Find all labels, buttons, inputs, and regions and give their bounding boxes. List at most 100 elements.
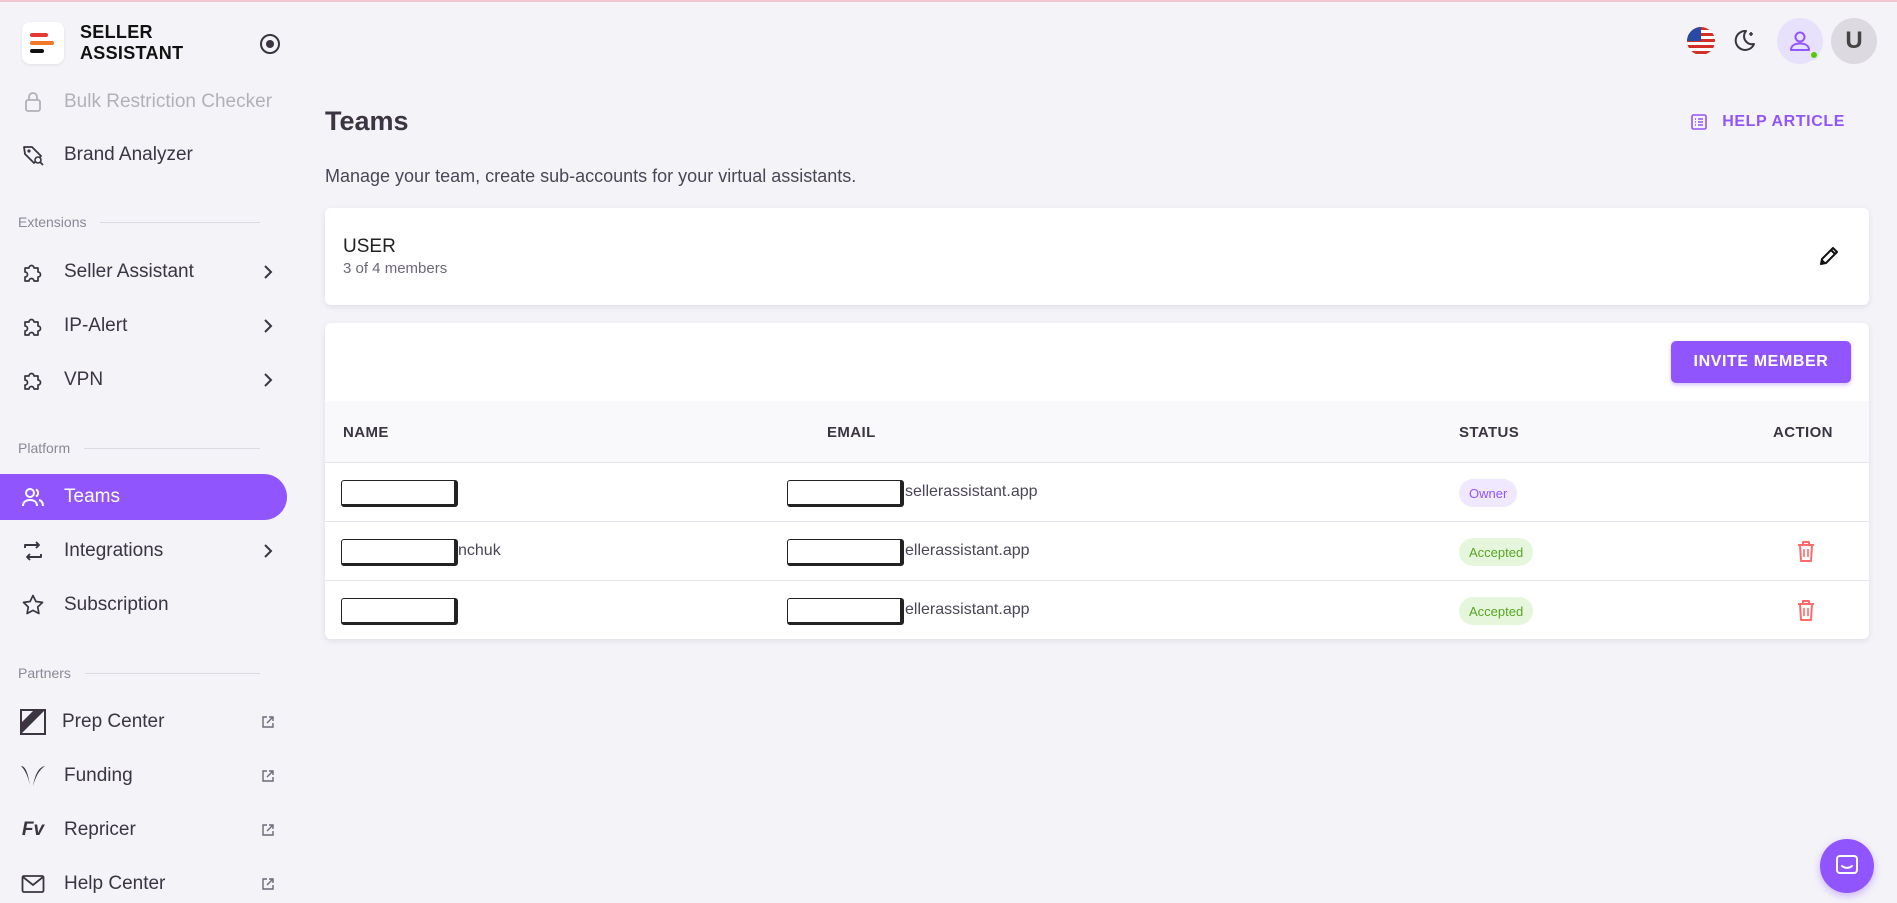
swap-icon [20, 538, 46, 564]
sidebar-item-vpn[interactable]: VPN [0, 357, 288, 403]
mail-icon [20, 871, 46, 897]
brand-name: SELLER ASSISTANT [80, 22, 183, 64]
sidebar-item-label: Seller Assistant [64, 261, 194, 282]
star-icon [20, 592, 46, 618]
invite-member-button[interactable]: INVITE MEMBER [1671, 341, 1851, 383]
table-header: NAME EMAIL STATUS ACTION [325, 401, 1869, 463]
table-row: nchuk ellerassistant.app Accepted [325, 522, 1869, 581]
column-header-action: ACTION [1773, 424, 1833, 441]
chat-icon [1836, 855, 1858, 874]
sidebar-item-integrations[interactable]: Integrations [0, 528, 288, 574]
status-badge: Owner [1459, 479, 1518, 507]
team-card: USER 3 of 4 members [325, 208, 1869, 305]
avatar[interactable]: U [1831, 18, 1877, 64]
help-article-label: HELP ARTICLE [1722, 113, 1845, 130]
puzzle-icon [20, 367, 46, 393]
redacted-email [787, 480, 904, 507]
status-badge: Accepted [1459, 597, 1534, 625]
sidebar-item-label: Prep Center [62, 711, 165, 732]
brand-line-1: SELLER [80, 22, 153, 42]
team-member-count: 3 of 4 members [343, 260, 448, 277]
sidebar-item-label: Integrations [64, 540, 164, 561]
sidebar-item-label: VPN [64, 369, 104, 390]
online-status-dot [1809, 50, 1819, 60]
puzzle-icon [20, 313, 46, 339]
table-row: sellerassistant.app Owner [325, 463, 1869, 522]
member-email: ellerassistant.app [905, 542, 1030, 559]
section-partners: Partners [18, 665, 260, 681]
funding-logo-icon [20, 763, 46, 789]
article-icon [1691, 114, 1708, 130]
sidebar-item-prep-center[interactable]: Prep Center [0, 699, 288, 745]
page-description: Manage your team, create sub-accounts fo… [325, 166, 857, 186]
delete-trash-icon[interactable] [1795, 598, 1817, 622]
tag-search-icon [20, 142, 46, 168]
page-title: Teams [325, 106, 409, 136]
sidebar-item-label: Bulk Restriction Checker [64, 91, 273, 112]
dark-mode-toggle-icon[interactable] [1729, 26, 1759, 56]
us-flag-language-icon[interactable] [1687, 27, 1715, 55]
help-article-link[interactable]: HELP ARTICLE [1690, 113, 1845, 131]
sidebar-item-subscription[interactable]: Subscription [0, 582, 288, 628]
header-actions: U [1687, 18, 1877, 64]
column-header-email: EMAIL [827, 424, 876, 441]
section-extensions: Extensions [18, 214, 260, 230]
pin-sidebar-icon[interactable] [260, 34, 280, 54]
sidebar-item-repricer[interactable]: Fv Repricer [0, 807, 288, 853]
sidebar-item-teams[interactable]: Teams [0, 474, 287, 520]
team-name: USER [343, 236, 396, 257]
puzzle-icon [20, 259, 46, 285]
table-body: sellerassistant.app Owner nchuk ellerass… [325, 463, 1869, 639]
sidebar-item-label: Brand Analyzer [64, 144, 193, 165]
external-link-icon [262, 824, 274, 836]
redacted-email [787, 598, 904, 625]
external-link-icon [262, 878, 274, 890]
sidebar-item-bulk-restriction-checker[interactable]: Bulk Restriction Checker [0, 79, 288, 125]
sidebar-item-ip-alert[interactable]: IP-Alert [0, 303, 288, 349]
delete-trash-icon[interactable] [1795, 539, 1817, 563]
people-icon [20, 484, 46, 510]
chevron-right-icon [264, 265, 273, 279]
sidebar-item-label: IP-Alert [64, 315, 128, 336]
repricer-logo-icon: Fv [21, 819, 45, 840]
sidebar-item-label: Repricer [64, 819, 136, 840]
column-header-status: STATUS [1459, 424, 1520, 441]
column-header-name: NAME [343, 424, 389, 441]
lock-icon [20, 89, 46, 115]
user-icon [1790, 31, 1810, 51]
status-badge: Accepted [1459, 538, 1534, 566]
account-icon[interactable] [1777, 18, 1823, 64]
section-label: Partners [18, 665, 71, 681]
section-label: Platform [18, 440, 71, 456]
sidebar-item-label: Funding [64, 765, 133, 786]
sidebar-item-brand-analyzer[interactable]: Brand Analyzer [0, 132, 288, 178]
external-link-icon [262, 716, 274, 728]
redacted-name [341, 539, 458, 566]
section-label: Extensions [18, 214, 87, 230]
sidebar-item-help-center[interactable]: Help Center [0, 861, 288, 903]
member-email: sellerassistant.app [905, 483, 1038, 500]
brand-line-2: ASSISTANT [80, 43, 184, 63]
prep-center-logo-icon [20, 709, 46, 735]
sidebar-item-label: Teams [64, 486, 120, 507]
sidebar: SELLER ASSISTANT Bulk Restriction Checke… [0, 0, 300, 903]
chevron-right-icon [264, 319, 273, 333]
sidebar-item-label: Subscription [64, 594, 169, 615]
edit-pencil-icon[interactable] [1817, 244, 1841, 268]
sidebar-item-funding[interactable]: Funding [0, 753, 288, 799]
chat-support-button[interactable] [1820, 839, 1874, 893]
table-row: ellerassistant.app Accepted [325, 581, 1869, 639]
redacted-email [787, 539, 904, 566]
member-email: ellerassistant.app [905, 601, 1030, 618]
section-platform: Platform [18, 440, 260, 456]
seller-assistant-logo-icon [22, 22, 64, 64]
brand[interactable]: SELLER ASSISTANT [22, 22, 183, 64]
member-name: nchuk [458, 542, 501, 559]
chevron-right-icon [264, 373, 273, 387]
sidebar-item-seller-assistant[interactable]: Seller Assistant [0, 249, 288, 295]
redacted-name [341, 480, 458, 507]
members-table-card: INVITE MEMBER NAME EMAIL STATUS ACTION s… [325, 323, 1869, 639]
chevron-right-icon [264, 544, 273, 558]
external-link-icon [262, 770, 274, 782]
sidebar-item-label: Help Center [64, 873, 166, 894]
